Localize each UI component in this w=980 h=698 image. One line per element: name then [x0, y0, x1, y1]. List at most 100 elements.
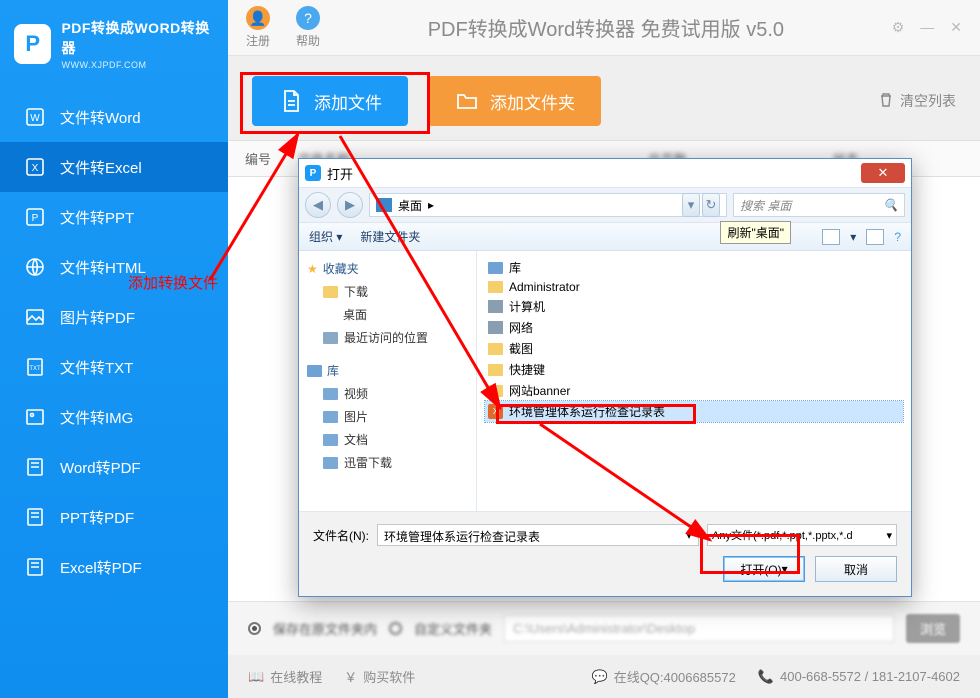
crumb-location: 桌面 [398, 197, 422, 214]
file-item-admin[interactable]: Administrator [485, 278, 903, 296]
chat-icon: 💬 [592, 669, 608, 685]
nav-back-button[interactable]: ◀ [305, 192, 331, 218]
open-button[interactable]: 打开(O) ▾ [723, 556, 805, 582]
sidebar-item-pptpdf[interactable]: PPT转PDF [0, 492, 228, 542]
browse-button[interactable]: 浏览 [906, 614, 960, 643]
document-icon [323, 434, 338, 446]
file-item-selected[interactable]: X环境管理体系运行检查记录表 [485, 401, 903, 422]
sidebar-item-label: 文件转Word [60, 107, 141, 128]
settings-icon[interactable]: ⚙ [892, 19, 905, 36]
star-icon: ★ [307, 262, 318, 276]
sidebar-item-excelpdf[interactable]: Excel转PDF [0, 542, 228, 592]
file-open-dialog: P 打开 ✕ ◀ ▶ 桌面 ▸ ▾↻ 搜索 桌面 🔍 刷新"桌面" 组织 ▾ 新… [298, 158, 912, 597]
save-original-label: 保存在原文件夹内 [273, 619, 377, 638]
refresh-button[interactable]: ↻ [702, 193, 720, 217]
close-icon[interactable]: ✕ [950, 19, 962, 36]
help-button[interactable]: ?帮助 [296, 6, 320, 49]
filetype-select[interactable]: Any文件(*.pdf,*.ppt,*.pptx,*.d▾ [707, 524, 897, 546]
sidebar-item-excel[interactable]: X文件转Excel [0, 142, 228, 192]
breadcrumb[interactable]: 桌面 ▸ ▾↻ [369, 193, 727, 217]
topbar: 👤注册 ?帮助 PDF转换成Word转换器 免费试用版 v5.0 ⚙ — ✕ [228, 0, 980, 56]
file-item-shortcut[interactable]: 快捷键 [485, 359, 903, 380]
filename-label: 文件名(N): [313, 527, 369, 544]
file-item-network[interactable]: 网络 [485, 317, 903, 338]
libraries-group[interactable]: 库 [303, 359, 472, 382]
search-icon: 🔍 [883, 198, 898, 212]
sidebar-item-txt[interactable]: TXT 文件转TXT [0, 342, 228, 392]
organize-menu[interactable]: 组织 ▾ [309, 228, 342, 245]
file-item-banner[interactable]: 网站banner [485, 380, 903, 401]
dialog-footer: 文件名(N): 环境管理体系运行检查记录表▾ Any文件(*.pdf,*.ppt… [299, 511, 911, 596]
sidebar-item-label: 文件转TXT [60, 357, 133, 378]
app-title: PDF转换成Word转换器 免费试用版 v5.0 [346, 13, 866, 42]
ppt-icon: P [24, 206, 46, 228]
save-path-input[interactable]: C:\Users\Administrator\Desktop [504, 615, 894, 642]
file-item-libraries[interactable]: 库 [485, 257, 903, 278]
dialog-close-button[interactable]: ✕ [861, 163, 905, 183]
dialog-app-icon: P [305, 165, 321, 181]
file-item-computer[interactable]: 计算机 [485, 296, 903, 317]
cancel-button[interactable]: 取消 [815, 556, 897, 582]
register-label: 注册 [246, 32, 270, 49]
side-videos[interactable]: 视频 [303, 382, 472, 405]
favorites-group[interactable]: ★收藏夹 [303, 257, 472, 280]
crumb-dropdown-icon[interactable]: ▾ [682, 193, 700, 217]
radio-save-original[interactable] [248, 622, 261, 635]
radio-save-custom[interactable] [389, 622, 402, 635]
side-xunlei[interactable]: 迅雷下载 [303, 451, 472, 474]
dialog-body: ★收藏夹 下载 桌面 最近访问的位置 库 视频 图片 文档 迅雷下载 库 Adm… [299, 251, 911, 511]
view-mode-button[interactable] [822, 229, 840, 245]
clear-list-button[interactable]: 清空列表 [878, 91, 956, 111]
folder-icon [454, 88, 480, 114]
dialog-title: 打开 [327, 164, 353, 183]
video-icon [323, 388, 338, 400]
excel-file-icon: X [488, 404, 503, 419]
sidebar-item-html[interactable]: 文件转HTML [0, 242, 228, 292]
computer-icon [488, 300, 503, 313]
sidebar-item-img[interactable]: 文件转IMG [0, 392, 228, 442]
new-folder-button[interactable]: 新建文件夹 [360, 228, 420, 245]
side-downloads[interactable]: 下载 [303, 280, 472, 303]
picture-icon [323, 411, 338, 423]
dialog-titlebar: P 打开 ✕ [299, 159, 911, 187]
phone-label: 400-668-5572 / 181-2107-4602 [780, 669, 960, 684]
svg-text:W: W [30, 113, 40, 124]
sidebar-item-imgpdf[interactable]: 图片转PDF [0, 292, 228, 342]
filename-input[interactable]: 环境管理体系运行检查记录表▾ [377, 524, 699, 546]
nav-forward-button[interactable]: ▶ [337, 192, 363, 218]
minimize-icon[interactable]: — [920, 19, 934, 36]
pdf-icon [24, 506, 46, 528]
help-dialog-icon[interactable]: ? [894, 230, 901, 244]
sidebar-item-label: PPT转PDF [60, 507, 134, 528]
file-item-screenshot[interactable]: 截图 [485, 338, 903, 359]
buy-label: 购买软件 [363, 667, 415, 686]
trash-icon [878, 92, 894, 111]
pdf-icon [24, 556, 46, 578]
svg-text:P: P [32, 213, 39, 224]
sidebar-item-label: 文件转IMG [60, 407, 133, 428]
preview-pane-button[interactable] [866, 229, 884, 245]
xunlei-icon [323, 457, 338, 469]
side-recent[interactable]: 最近访问的位置 [303, 326, 472, 349]
recent-icon [323, 332, 338, 344]
svg-text:TXT: TXT [29, 366, 41, 372]
side-desktop[interactable]: 桌面 [303, 303, 472, 326]
desktop-icon [323, 309, 337, 321]
side-documents[interactable]: 文档 [303, 428, 472, 451]
sidebar-item-word[interactable]: W 文件转Word [0, 92, 228, 142]
register-button[interactable]: 👤注册 [246, 6, 270, 49]
search-input[interactable]: 搜索 桌面 🔍 [733, 193, 905, 217]
dialog-sidebar: ★收藏夹 下载 桌面 最近访问的位置 库 视频 图片 文档 迅雷下载 [299, 251, 477, 511]
sidebar-item-ppt[interactable]: P文件转PPT [0, 192, 228, 242]
add-folder-button[interactable]: 添加文件夹 [428, 76, 601, 126]
buy-link[interactable]: ￥购买软件 [344, 667, 415, 686]
dialog-nav-bar: ◀ ▶ 桌面 ▸ ▾↻ 搜索 桌面 🔍 [299, 187, 911, 223]
view-dropdown-icon[interactable]: ▾ [850, 230, 856, 244]
save-options-row: 保存在原文件夹内 自定义文件夹 C:\Users\Administrator\D… [228, 601, 980, 655]
side-pictures[interactable]: 图片 [303, 405, 472, 428]
tutorial-link[interactable]: 📖在线教程 [248, 667, 322, 686]
add-file-button[interactable]: 添加文件 [252, 76, 408, 126]
footer: 📖在线教程 ￥购买软件 💬在线QQ:4006685572 📞400-668-55… [228, 655, 980, 698]
sidebar-item-wordpdf[interactable]: Word转PDF [0, 442, 228, 492]
folder-icon [488, 385, 503, 397]
